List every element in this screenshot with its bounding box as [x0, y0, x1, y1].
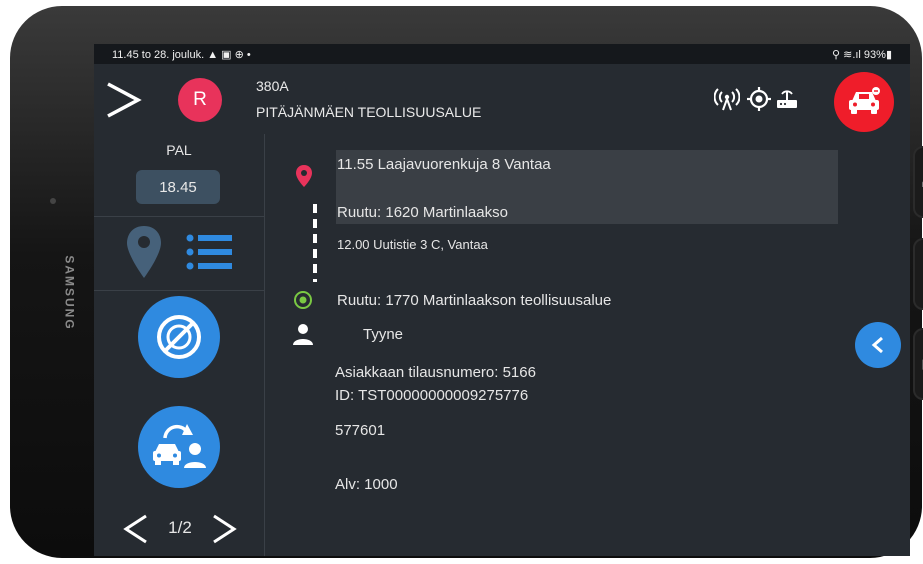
time-badge[interactable]: 18.45	[136, 170, 220, 204]
collapse-panel-button[interactable]	[855, 322, 901, 368]
order-number: Asiakkaan tilausnumero: 5166	[335, 364, 536, 381]
destination-icon	[294, 291, 312, 309]
pager: 1/2	[122, 512, 238, 546]
router-icon[interactable]	[774, 86, 800, 112]
page-indicator: 1/2	[168, 518, 192, 537]
hardware-key-bottom[interactable]: ▯	[913, 328, 923, 400]
avatar[interactable]: R	[178, 78, 222, 122]
trip-code: 577601	[335, 422, 386, 439]
status-left: 11.45 to 28. jouluk. ▲ ▣ ⊕ •	[112, 48, 251, 61]
antenna-icon[interactable]	[714, 86, 740, 112]
no-meter-icon	[157, 315, 201, 359]
passenger-name: Tyyne	[363, 326, 404, 343]
chevron-right-icon[interactable]	[104, 80, 144, 120]
chevron-right-icon[interactable]	[210, 514, 238, 544]
car-status-button[interactable]	[834, 72, 894, 132]
gps-target-icon[interactable]	[746, 86, 772, 112]
tablet-frame: SAMSUNG ∩ ▯ 11.45 to 28. jouluk. ▲ ▣ ⊕ •…	[10, 6, 923, 558]
car-icon	[849, 87, 880, 114]
hardware-key-middle[interactable]	[913, 238, 923, 310]
map-pin-icon[interactable]	[124, 224, 164, 280]
app-screen: 11.45 to 28. jouluk. ▲ ▣ ⊕ • ⚲ ≋.ıl 93%▮…	[94, 44, 910, 556]
trip-details: 11.55 Laajavuorenkuja 8 Vantaa Ruutu: 16…	[265, 134, 910, 556]
swap-passenger-icon	[153, 424, 206, 468]
alv-value: Alv: 1000	[335, 476, 398, 493]
stop-address: 12.00 Uutistie 3 C, Vantaa	[337, 237, 488, 252]
divider	[94, 216, 264, 217]
route-code: 380A	[256, 78, 289, 94]
status-icons: ▲ ▣ ⊕ •	[207, 49, 251, 61]
divider	[94, 290, 264, 291]
route-line	[313, 204, 317, 282]
trip-id: ID: TST00000000009275776	[335, 387, 529, 404]
status-time-date: 11.45 to 28. jouluk.	[112, 49, 205, 61]
map-pin-icon	[296, 165, 312, 187]
list-icon[interactable]	[186, 232, 234, 272]
status-bar: 11.45 to 28. jouluk. ▲ ▣ ⊕ • ⚲ ≋.ıl 93%▮	[94, 44, 910, 64]
sidebar-label: PAL	[166, 142, 192, 158]
front-camera	[50, 198, 56, 204]
header: R 380A PITÄJÄNMÄEN TEOLLISUUSALUE	[94, 64, 910, 134]
dropoff-area: Ruutu: 1770 Martinlaakson teollisuusalue	[337, 292, 612, 309]
chevron-left-icon[interactable]	[122, 514, 150, 544]
hardware-key-top[interactable]: ∩	[913, 146, 923, 218]
person-icon	[293, 324, 313, 345]
no-meter-button[interactable]	[138, 296, 220, 378]
sidebar: PAL 18.45 1/2	[94, 134, 265, 556]
status-right: ⚲ ≋.ıl 93%▮	[831, 49, 892, 61]
route-name: PITÄJÄNMÄEN TEOLLISUUSALUE	[256, 104, 482, 120]
pickup-address: 11.55 Laajavuorenkuja 8 Vantaa	[337, 156, 551, 173]
swap-passenger-button[interactable]	[138, 406, 220, 488]
chevron-left-icon	[871, 336, 883, 354]
pickup-area: Ruutu: 1620 Martinlaakso	[337, 204, 508, 221]
